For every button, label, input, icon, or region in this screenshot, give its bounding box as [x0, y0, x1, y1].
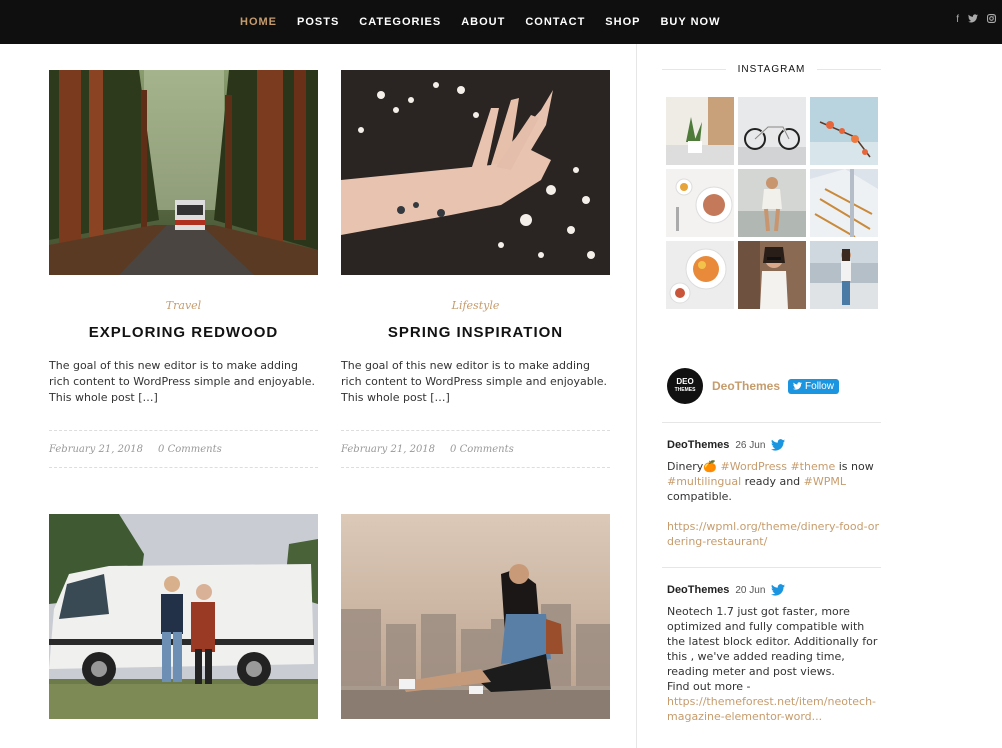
- instagram-photo-plants[interactable]: [666, 97, 734, 165]
- post-category[interactable]: Travel: [49, 299, 318, 312]
- facebook-icon[interactable]: f: [956, 14, 959, 26]
- nav-home[interactable]: HOME: [240, 16, 277, 28]
- tweet-divider: [662, 567, 881, 568]
- tweet-text: Find out more -: [667, 680, 751, 693]
- instagram-photo-staircase[interactable]: [810, 169, 878, 237]
- tweet-date[interactable]: 26 Jun: [735, 440, 765, 451]
- avatar-text-themes: THEMES: [674, 387, 696, 393]
- instagram-photo-bicycle[interactable]: [738, 97, 806, 165]
- social-links: f: [956, 14, 997, 26]
- tweet-body: Dinery🍊 #WordPress #theme is now #multil…: [667, 459, 881, 549]
- instagram-photo-flowers[interactable]: [810, 97, 878, 165]
- instagram-icon[interactable]: [987, 14, 997, 26]
- post-excerpt: The goal of this new editor is to make a…: [341, 359, 608, 404]
- post-title[interactable]: SPRING INSPIRATION: [341, 324, 610, 341]
- hashtag-link[interactable]: #WordPress: [721, 460, 787, 473]
- tweet-divider: [662, 422, 881, 423]
- post-date[interactable]: February 21, 2018: [49, 444, 143, 455]
- main-menu: HOME POSTS CATEGORIES ABOUT CONTACT SHOP…: [230, 0, 730, 44]
- follow-label: Follow: [805, 380, 834, 392]
- post-title[interactable]: EXPLORING REDWOOD: [49, 324, 318, 341]
- instagram-grid: [666, 97, 878, 309]
- nav-posts[interactable]: POSTS: [297, 16, 339, 28]
- instagram-photo-woman-beach[interactable]: [738, 169, 806, 237]
- post-meta: February 21, 2018 0 Comments: [341, 430, 610, 468]
- twitter-profile: DEO THEMES DeoThemes Follow: [667, 368, 839, 404]
- post-comments[interactable]: 0 Comments: [450, 444, 514, 455]
- instagram-photo-woman-sunglasses[interactable]: [738, 241, 806, 309]
- tweet-text: compatible.: [667, 490, 732, 503]
- tweet-text: Neotech 1.7 just got faster, more optimi…: [667, 605, 878, 678]
- top-navigation-bar: HOME POSTS CATEGORIES ABOUT CONTACT SHOP…: [0, 0, 1002, 44]
- tweet-text: ready and: [744, 475, 801, 488]
- sidebar-divider: [636, 44, 637, 748]
- post-date[interactable]: February 21, 2018: [341, 444, 435, 455]
- post-comments[interactable]: 0 Comments: [158, 444, 222, 455]
- orange-emoji: 🍊: [703, 460, 718, 473]
- tweet-link[interactable]: https://themeforest.net/item/neotech-mag…: [667, 695, 876, 723]
- post-category[interactable]: Lifestyle: [341, 299, 610, 312]
- twitter-bird-icon: [771, 439, 786, 451]
- post-thumbnail-van-couple[interactable]: [49, 514, 318, 719]
- instagram-photo-woman-standing[interactable]: [810, 241, 878, 309]
- nav-shop[interactable]: SHOP: [605, 16, 640, 28]
- tweet-author[interactable]: DeoThemes: [667, 584, 729, 596]
- post-excerpt: The goal of this new editor is to make a…: [49, 359, 316, 404]
- tweet-body: Neotech 1.7 just got faster, more optimi…: [667, 604, 881, 724]
- post-thumbnail-forest-road[interactable]: [49, 70, 318, 275]
- hashtag-link[interactable]: #multilingual: [667, 475, 741, 488]
- twitter-follow-button[interactable]: Follow: [788, 378, 839, 394]
- instagram-photo-salad-bowl[interactable]: [666, 241, 734, 309]
- instagram-title-text: INSTAGRAM: [737, 64, 806, 75]
- twitter-bird-icon: [793, 382, 803, 390]
- tweet: DeoThemes 26 Jun Dinery🍊 #WordPress #the…: [667, 439, 881, 549]
- tweet-link[interactable]: https://wpml.org/theme/dinery-food-order…: [667, 520, 879, 548]
- nav-buy-now[interactable]: BUY NOW: [660, 16, 720, 28]
- tweet: DeoThemes 20 Jun Neotech 1.7 just got fa…: [667, 584, 881, 724]
- tweet-text: is now: [838, 460, 874, 473]
- twitter-icon[interactable]: [968, 14, 978, 26]
- twitter-bird-icon: [771, 584, 786, 596]
- instagram-photo-breakfast[interactable]: [666, 169, 734, 237]
- nav-categories[interactable]: CATEGORIES: [359, 16, 441, 28]
- post-thumbnail-hand-blossoms[interactable]: [341, 70, 610, 275]
- instagram-widget-title: INSTAGRAM: [662, 64, 881, 75]
- post-meta: February 21, 2018 0 Comments: [49, 430, 318, 468]
- hashtag-link[interactable]: #theme: [790, 460, 835, 473]
- post-thumbnail-city-view[interactable]: [341, 514, 610, 719]
- tweet-text: Dinery: [667, 460, 704, 473]
- nav-contact[interactable]: CONTACT: [525, 16, 585, 28]
- avatar-text-deo: DEO: [676, 377, 694, 386]
- hashtag-link[interactable]: #WPML: [804, 475, 846, 488]
- deothemes-avatar[interactable]: DEO THEMES: [667, 368, 703, 404]
- tweet-date[interactable]: 20 Jun: [735, 585, 765, 596]
- twitter-profile-name[interactable]: DeoThemes: [712, 379, 780, 393]
- nav-about[interactable]: ABOUT: [461, 16, 505, 28]
- tweet-author[interactable]: DeoThemes: [667, 439, 729, 451]
